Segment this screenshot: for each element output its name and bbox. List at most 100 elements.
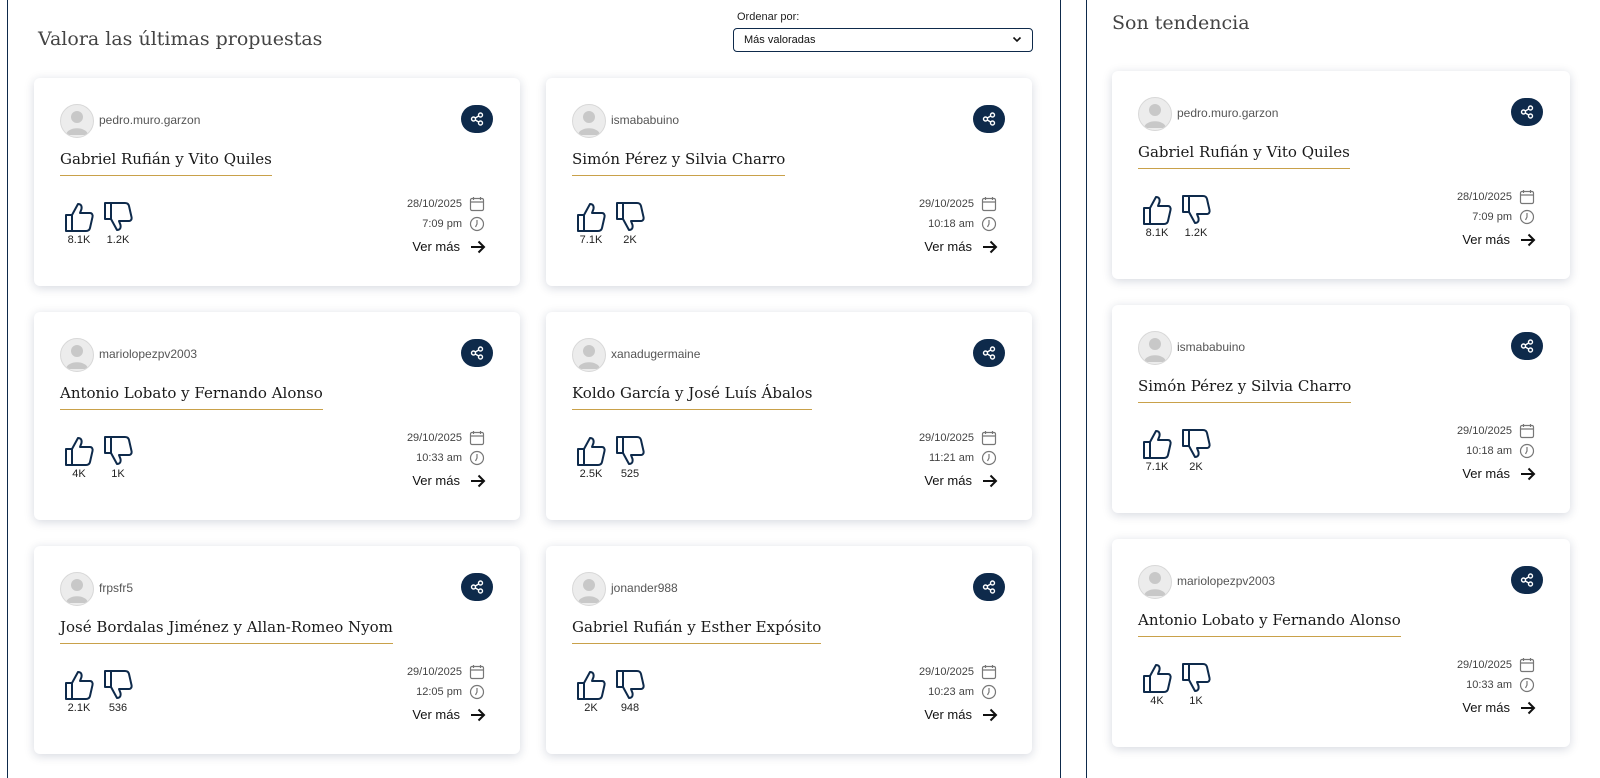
proposal-card[interactable]: pedro.muro.garzon Gabriel Rufián y Vito … [1112, 71, 1570, 279]
dislike-button[interactable]: 1K [1176, 661, 1216, 707]
date-row: 29/10/2025 [1457, 423, 1536, 439]
proposal-card[interactable]: mariolopezpv2003 Antonio Lobato y Fernan… [34, 312, 520, 520]
avatar-icon[interactable] [572, 572, 606, 606]
proposal-title[interactable]: Gabriel Rufián y Vito Quiles [60, 150, 272, 176]
ver-mas-link[interactable]: Ver más [924, 239, 998, 254]
avatar-icon[interactable] [1138, 97, 1172, 131]
share-button[interactable] [461, 339, 493, 367]
username[interactable]: ismababuino [611, 113, 679, 127]
proposal-card[interactable]: xanadugermaine Koldo García y José Luís … [546, 312, 1032, 520]
proposal-card[interactable]: pedro.muro.garzon Gabriel Rufián y Vito … [34, 78, 520, 286]
arrow-right-icon [470, 474, 486, 488]
ver-mas-link[interactable]: Ver más [924, 473, 998, 488]
clock-icon [468, 684, 486, 700]
avatar-icon[interactable] [60, 104, 94, 138]
username[interactable]: ismababuino [1177, 340, 1245, 354]
avatar-icon[interactable] [572, 104, 606, 138]
username[interactable]: jonander988 [611, 581, 678, 595]
ver-mas-link[interactable]: Ver más [412, 239, 486, 254]
dislike-button[interactable]: 2K [610, 200, 650, 246]
ver-mas-link[interactable]: Ver más [412, 707, 486, 722]
sort-select[interactable]: Más valoradas [733, 28, 1033, 52]
clock-icon [980, 216, 998, 232]
like-button[interactable]: 8.1K [59, 200, 99, 246]
ver-mas-link[interactable]: Ver más [924, 707, 998, 722]
dislike-button[interactable]: 1.2K [1176, 193, 1216, 239]
thumbs-down-icon [610, 200, 650, 234]
share-icon [982, 346, 996, 360]
share-button[interactable] [461, 105, 493, 133]
proposal-title[interactable]: Gabriel Rufián y Vito Quiles [1138, 143, 1350, 169]
ver-mas-label: Ver más [412, 473, 460, 488]
username[interactable]: mariolopezpv2003 [99, 347, 197, 361]
time-text: 10:18 am [1466, 445, 1512, 457]
arrow-right-icon [982, 474, 998, 488]
like-button[interactable]: 2.5K [571, 434, 611, 480]
dislike-button[interactable]: 2K [1176, 427, 1216, 473]
share-button[interactable] [973, 105, 1005, 133]
username[interactable]: mariolopezpv2003 [1177, 574, 1275, 588]
username[interactable]: pedro.muro.garzon [99, 113, 200, 127]
like-count: 2K [584, 702, 598, 714]
sort-label: Ordenar por: [737, 11, 800, 23]
proposal-title[interactable]: Simón Pérez y Silvia Charro [1138, 377, 1352, 403]
ver-mas-label: Ver más [924, 707, 972, 722]
calendar-icon [1518, 189, 1536, 205]
date-row: 28/10/2025 [1457, 189, 1536, 205]
ver-mas-label: Ver más [1462, 700, 1510, 715]
share-button[interactable] [973, 573, 1005, 601]
proposal-card[interactable]: mariolopezpv2003 Antonio Lobato y Fernan… [1112, 539, 1570, 747]
time-text: 10:33 am [416, 452, 462, 464]
like-button[interactable]: 7.1K [571, 200, 611, 246]
arrow-right-icon [1520, 233, 1536, 247]
time-text: 10:18 am [928, 218, 974, 230]
username[interactable]: xanadugermaine [611, 347, 700, 361]
avatar-icon[interactable] [1138, 331, 1172, 365]
share-button[interactable] [1511, 332, 1543, 360]
share-button[interactable] [1511, 566, 1543, 594]
proposal-title[interactable]: Koldo García y José Luís Ábalos [572, 384, 813, 410]
time-row: 12:05 pm [416, 684, 486, 700]
avatar-icon[interactable] [60, 572, 94, 606]
share-icon [982, 580, 996, 594]
thumbs-up-icon [59, 200, 99, 234]
like-button[interactable]: 8.1K [1137, 193, 1177, 239]
dislike-button[interactable]: 536 [98, 668, 138, 714]
avatar-icon[interactable] [60, 338, 94, 372]
dislike-button[interactable]: 1K [98, 434, 138, 480]
proposal-title[interactable]: Antonio Lobato y Fernando Alonso [60, 384, 323, 410]
share-button[interactable] [1511, 98, 1543, 126]
dislike-count: 2K [623, 234, 637, 246]
like-count: 7.1K [1145, 461, 1169, 473]
proposal-card[interactable]: jonander988 Gabriel Rufián y Esther Expó… [546, 546, 1032, 754]
like-button[interactable]: 2.1K [59, 668, 99, 714]
calendar-icon [980, 196, 998, 212]
ver-mas-link[interactable]: Ver más [1462, 466, 1536, 481]
proposal-card[interactable]: ismababuino Simón Pérez y Silvia Charro … [1112, 305, 1570, 513]
dislike-button[interactable]: 948 [610, 668, 650, 714]
proposal-card[interactable]: frpsfr5 José Bordalas Jiménez y Allan-Ro… [34, 546, 520, 754]
share-button[interactable] [461, 573, 493, 601]
share-button[interactable] [973, 339, 1005, 367]
ver-mas-link[interactable]: Ver más [412, 473, 486, 488]
like-button[interactable]: 7.1K [1137, 427, 1177, 473]
proposal-title[interactable]: Gabriel Rufián y Esther Expósito [572, 618, 822, 644]
avatar-icon[interactable] [1138, 565, 1172, 599]
thumbs-down-icon [1176, 427, 1216, 461]
ver-mas-label: Ver más [924, 239, 972, 254]
like-button[interactable]: 4K [1137, 661, 1177, 707]
proposal-card[interactable]: ismababuino Simón Pérez y Silvia Charro … [546, 78, 1032, 286]
like-button[interactable]: 4K [59, 434, 99, 480]
proposal-title[interactable]: Simón Pérez y Silvia Charro [572, 150, 786, 176]
ver-mas-link[interactable]: Ver más [1462, 232, 1536, 247]
dislike-button[interactable]: 525 [610, 434, 650, 480]
username[interactable]: frpsfr5 [99, 581, 133, 595]
avatar-icon[interactable] [572, 338, 606, 372]
proposal-title[interactable]: José Bordalas Jiménez y Allan-Romeo Nyom [60, 618, 393, 644]
username[interactable]: pedro.muro.garzon [1177, 106, 1278, 120]
like-button[interactable]: 2K [571, 668, 611, 714]
proposal-title[interactable]: Antonio Lobato y Fernando Alonso [1138, 611, 1401, 637]
ver-mas-link[interactable]: Ver más [1462, 700, 1536, 715]
dislike-button[interactable]: 1.2K [98, 200, 138, 246]
share-icon [982, 112, 996, 126]
